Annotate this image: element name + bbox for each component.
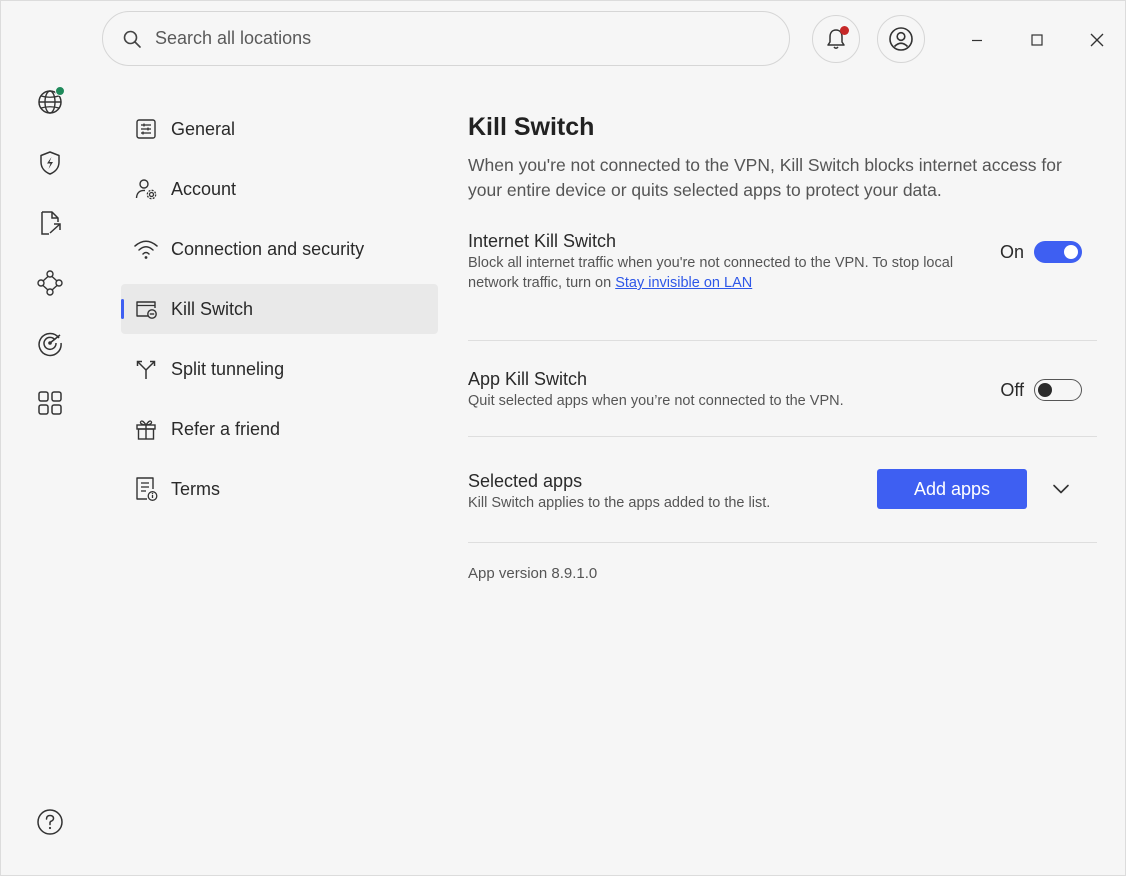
sliders-icon bbox=[133, 116, 159, 142]
file-share-icon bbox=[41, 211, 61, 235]
connection-status-dot bbox=[55, 86, 65, 96]
kill-switch-icon bbox=[133, 296, 159, 322]
nav-item-label: Terms bbox=[171, 478, 220, 499]
app-kill-switch-control: Off bbox=[1000, 379, 1082, 401]
internet-kill-switch-title: Internet Kill Switch bbox=[468, 231, 617, 251]
app-kill-switch-title: App Kill Switch bbox=[468, 369, 588, 389]
notifications-button[interactable] bbox=[812, 15, 860, 63]
nav-item-general[interactable]: General bbox=[121, 104, 438, 154]
toggle-knob bbox=[1064, 245, 1078, 259]
nav-item-split-tunneling[interactable]: Split tunneling bbox=[121, 344, 438, 394]
minimize-button[interactable] bbox=[962, 25, 992, 55]
maximize-icon bbox=[1031, 34, 1043, 46]
page-title: Kill Switch bbox=[468, 113, 595, 141]
app-version: App version 8.9.1.0 bbox=[468, 565, 598, 582]
split-arrows-icon bbox=[133, 356, 159, 382]
internet-kill-switch-control: On bbox=[1000, 241, 1082, 263]
search-icon bbox=[123, 30, 141, 48]
search-bar[interactable] bbox=[102, 11, 790, 66]
selected-apps-row: Selected apps Kill Switch applies to the… bbox=[468, 437, 1097, 543]
minimize-icon bbox=[972, 39, 982, 42]
apps-grid-icon bbox=[38, 391, 62, 415]
nav-item-label: Refer a friend bbox=[171, 418, 281, 439]
mesh-network-icon bbox=[37, 270, 63, 296]
nav-item-kill-switch[interactable]: Kill Switch bbox=[121, 284, 438, 334]
selected-apps-desc: Kill Switch applies to the apps added to… bbox=[468, 495, 771, 511]
nav-item-connection-security[interactable]: Connection and security bbox=[121, 224, 438, 274]
settings-nav: General Account Connection and security … bbox=[121, 104, 438, 524]
help-icon bbox=[37, 809, 63, 835]
app-kill-switch-toggle[interactable] bbox=[1034, 379, 1082, 401]
nav-item-account[interactable]: Account bbox=[121, 164, 438, 214]
stay-invisible-link[interactable]: Stay invisible on LAN bbox=[615, 275, 752, 291]
nav-item-refer-friend[interactable]: Refer a friend bbox=[121, 404, 438, 454]
target-icon bbox=[38, 332, 62, 357]
toggle-state-label: On bbox=[999, 241, 1024, 262]
kill-switch-panel: Kill Switch When you're not connected to… bbox=[468, 111, 1097, 582]
user-icon bbox=[889, 27, 913, 51]
toggle-state-label: Off bbox=[1000, 379, 1024, 400]
close-icon bbox=[1090, 33, 1104, 47]
wifi-icon bbox=[133, 236, 159, 262]
toggle-knob bbox=[1038, 382, 1052, 397]
gift-icon bbox=[133, 416, 159, 442]
page-subtitle: When you're not connected to the VPN, Ki… bbox=[468, 155, 1062, 200]
rail-help[interactable] bbox=[34, 806, 66, 838]
maximize-button[interactable] bbox=[1022, 25, 1052, 55]
rail-file-sharing[interactable] bbox=[34, 207, 66, 239]
internet-kill-switch-row: Internet Kill Switch Block all internet … bbox=[468, 226, 1097, 341]
shield-bolt-icon bbox=[40, 151, 60, 175]
rail-threat-protection[interactable] bbox=[34, 147, 66, 179]
rail-dark-web-monitor[interactable] bbox=[34, 327, 66, 359]
nav-item-label: Connection and security bbox=[171, 238, 365, 259]
close-button[interactable] bbox=[1082, 25, 1112, 55]
app-kill-switch-desc: Quit selected apps when you’re not conne… bbox=[468, 393, 844, 409]
nav-item-label: General bbox=[171, 118, 236, 139]
chevron-down-icon[interactable] bbox=[1051, 479, 1071, 499]
nav-item-terms[interactable]: Terms bbox=[121, 464, 438, 514]
document-info-icon bbox=[133, 476, 159, 502]
nav-item-label: Split tunneling bbox=[171, 358, 285, 379]
app-kill-switch-row: App Kill Switch Quit selected apps when … bbox=[468, 341, 1097, 437]
user-settings-icon bbox=[133, 176, 159, 202]
search-input[interactable] bbox=[153, 27, 757, 50]
selected-apps-title: Selected apps bbox=[468, 471, 583, 491]
add-apps-button[interactable]: Add apps bbox=[877, 469, 1027, 509]
notification-badge bbox=[840, 26, 849, 35]
app-window: General Account bbox=[0, 0, 1126, 876]
rail-meshnet[interactable] bbox=[34, 267, 66, 299]
internet-kill-switch-desc: Block all internet traffic when you're n… bbox=[468, 253, 958, 293]
rail-locations[interactable] bbox=[34, 86, 66, 118]
nav-item-label: Kill Switch bbox=[171, 298, 254, 319]
rail-more-apps[interactable] bbox=[34, 387, 66, 419]
internet-kill-switch-toggle[interactable] bbox=[1034, 241, 1082, 263]
profile-button[interactable] bbox=[877, 15, 925, 63]
nav-item-label: Account bbox=[171, 178, 237, 199]
